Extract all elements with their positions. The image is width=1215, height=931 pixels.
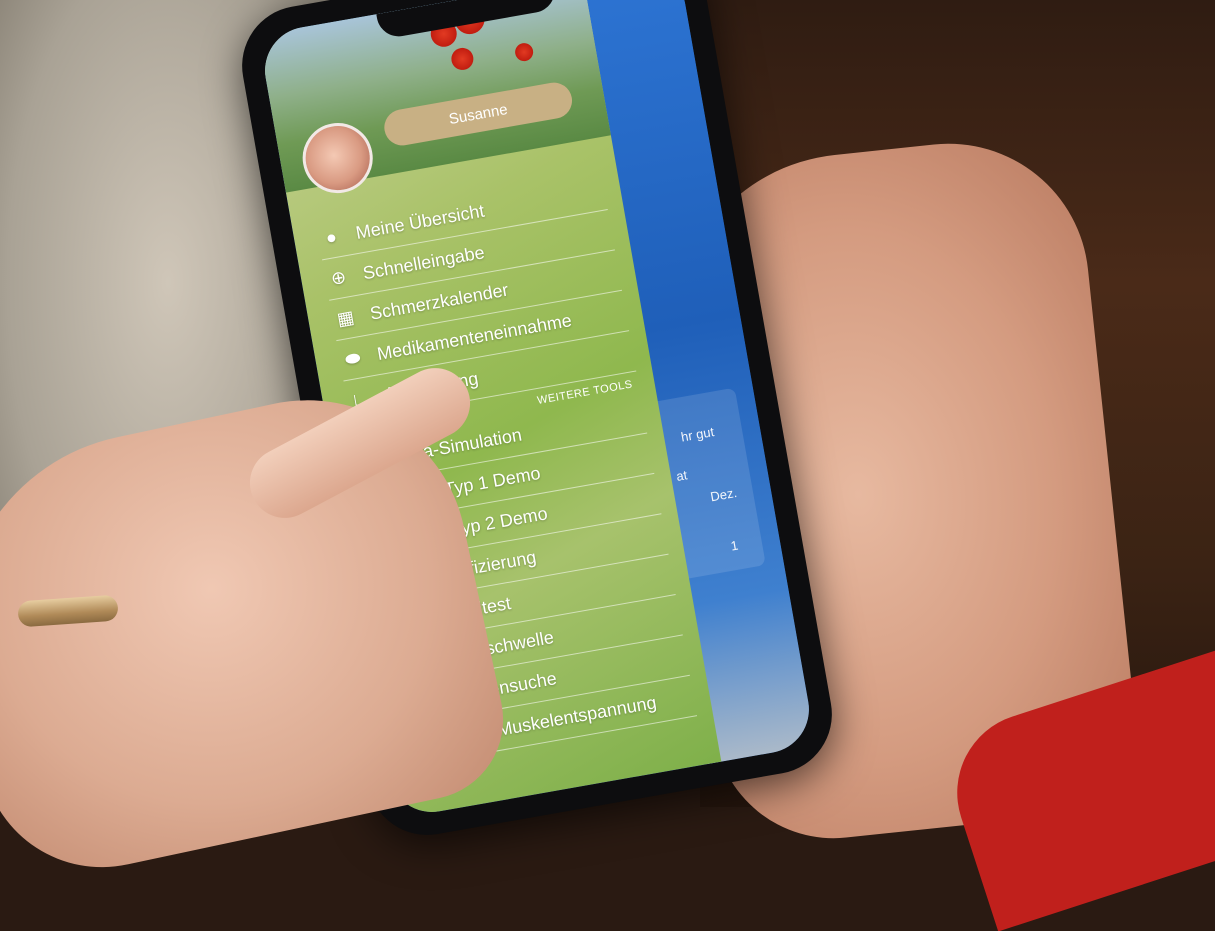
pill-icon: ⬬ [343, 346, 362, 370]
user-name-pill[interactable]: Susanne [381, 79, 575, 149]
calendar-icon: ▦ [335, 306, 356, 329]
poppy-flower [513, 41, 535, 63]
avatar[interactable] [297, 117, 379, 199]
poppy-flower [449, 46, 476, 72]
user-icon: ● [324, 226, 339, 248]
user-name: Susanne [447, 100, 509, 128]
plus-circle-icon: ⊕ [329, 266, 348, 289]
status-label: at [675, 467, 689, 485]
